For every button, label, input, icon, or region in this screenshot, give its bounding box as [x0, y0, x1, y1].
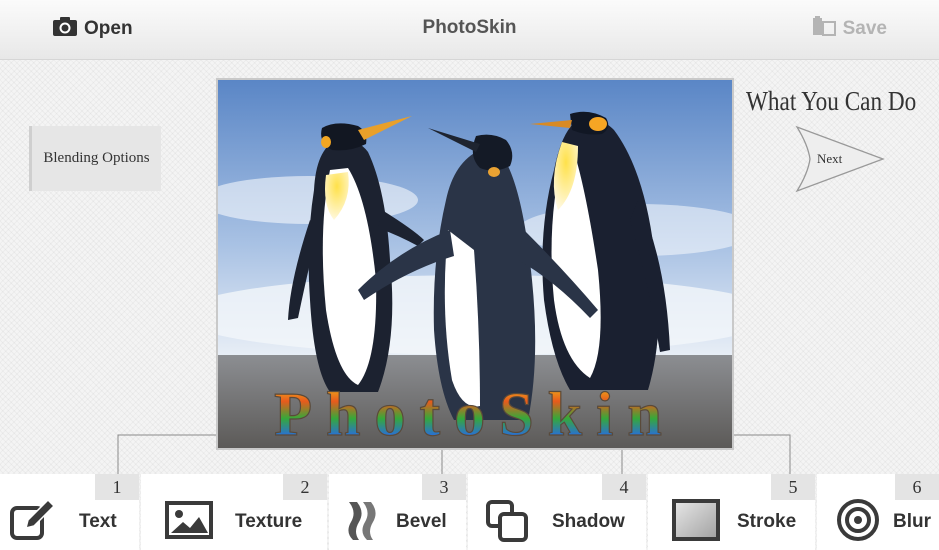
bevel-icon — [348, 502, 376, 540]
text-edit-icon — [10, 498, 56, 540]
texture-tool-button[interactable]: 2 Texture — [141, 474, 327, 550]
blur-tool-button[interactable]: 6 Blur — [817, 474, 939, 550]
blur-tool-label: Blur — [893, 511, 931, 532]
blur-icon — [837, 499, 879, 541]
shadow-tool-button[interactable]: 4 Shadow — [468, 474, 646, 550]
text-tool-label: Text — [79, 511, 117, 532]
stroke-tool-label: Stroke — [737, 511, 797, 532]
tool-number: 3 — [422, 474, 466, 500]
connector-lines — [117, 434, 791, 474]
tool-bar: 1 Text 2 Texture 3 Bevel 4 Shadow 5 Stro… — [0, 474, 939, 550]
tool-number: 5 — [771, 474, 815, 500]
text-tool-button[interactable]: 1 Text — [0, 474, 139, 550]
shadow-tool-label: Shadow — [552, 511, 625, 532]
tool-number: 4 — [602, 474, 646, 500]
tool-number: 2 — [283, 474, 327, 500]
tool-number: 6 — [895, 474, 939, 500]
shadow-icon — [486, 500, 528, 542]
image-icon — [165, 501, 213, 539]
stroke-icon — [672, 499, 720, 541]
tool-number: 1 — [95, 474, 139, 500]
stroke-tool-button[interactable]: 5 Stroke — [648, 474, 815, 550]
bevel-tool-label: Bevel — [396, 511, 447, 532]
bevel-tool-button[interactable]: 3 Bevel — [329, 474, 466, 550]
texture-tool-label: Texture — [235, 511, 303, 532]
